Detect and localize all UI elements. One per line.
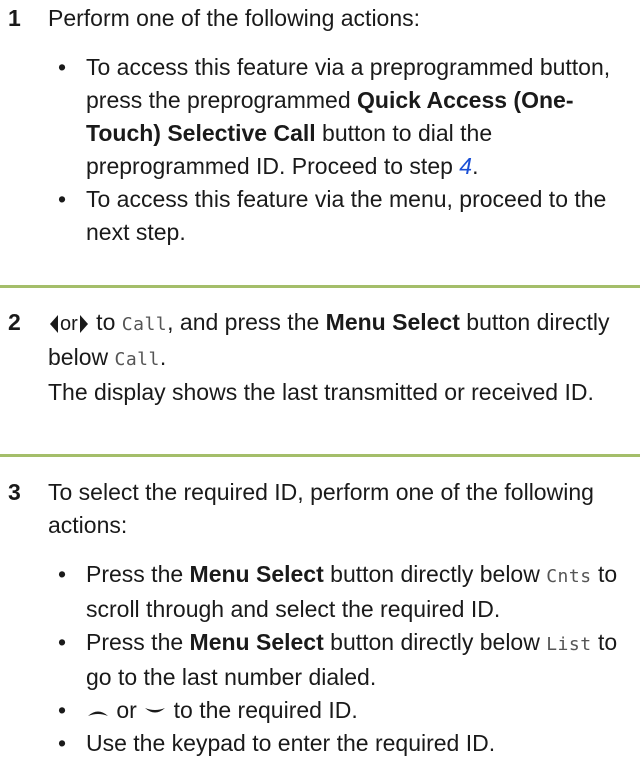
- display-text: Call: [121, 314, 168, 335]
- step-link[interactable]: 4: [459, 153, 472, 179]
- list-item: • or to the required ID.: [48, 694, 628, 727]
- button-name: Menu Select: [189, 561, 324, 587]
- display-text: Call: [114, 349, 160, 370]
- bullet: •: [58, 186, 67, 212]
- step-number: 2: [8, 309, 21, 335]
- left-arrow-icon: [50, 314, 58, 333]
- list-item: • Press the Menu Select button directly …: [48, 626, 628, 694]
- list-item: • To access this feature via the menu, p…: [48, 183, 628, 249]
- separator: [0, 454, 640, 457]
- button-name: Menu Select: [325, 309, 460, 335]
- bullet: •: [58, 697, 67, 723]
- step-intro: To select the required ID, perform one o…: [48, 479, 594, 538]
- list-item: • Use the keypad to enter the required I…: [48, 727, 628, 760]
- up-arrow-icon: [88, 711, 108, 716]
- display-text: List: [546, 634, 592, 655]
- step-number: 3: [8, 479, 21, 505]
- step-intro: Perform one of the following actions:: [48, 5, 421, 31]
- bullet: •: [58, 561, 67, 587]
- list-item: • To access this feature via a preprogra…: [48, 51, 628, 183]
- display-text: Cnts: [546, 566, 592, 587]
- step-3: 3 To select the required ID, perform one…: [0, 476, 640, 760]
- bullet: •: [58, 730, 67, 756]
- step-number: 1: [8, 5, 21, 31]
- button-name: Menu Select: [189, 629, 324, 655]
- step-1: 1 Perform one of the following actions: …: [0, 2, 640, 249]
- step-result: The display shows the last transmitted o…: [48, 379, 594, 405]
- list-item: • Press the Menu Select button directly …: [48, 558, 628, 626]
- right-arrow-icon: [79, 314, 88, 333]
- bullet: •: [58, 629, 67, 655]
- bullet: •: [58, 54, 67, 80]
- step-2: 2 or to Call, and press the Menu Select …: [0, 306, 640, 409]
- separator: [0, 285, 640, 288]
- down-arrow-icon: [145, 707, 166, 713]
- step-text: or to Call, and press the Menu Select bu…: [48, 309, 610, 370]
